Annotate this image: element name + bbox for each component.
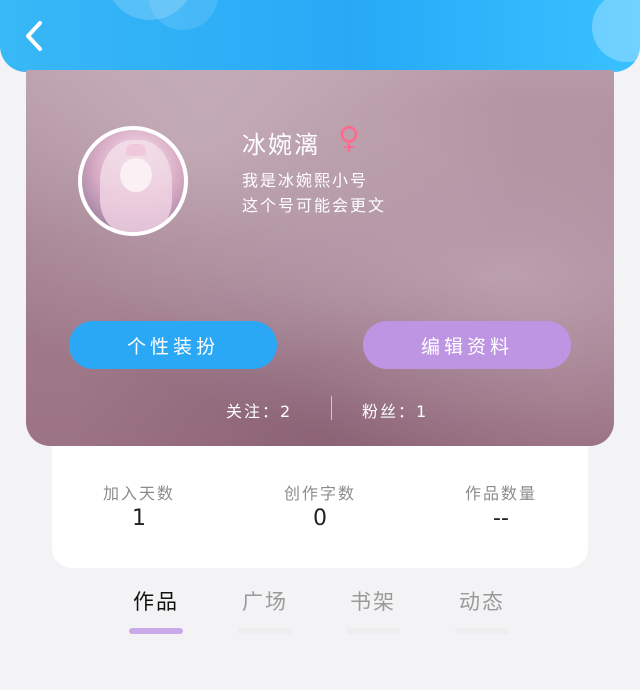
follow-divider [331, 396, 332, 420]
edit-profile-button[interactable]: 编辑资料 [363, 321, 571, 369]
tab-label: 作品 [133, 590, 179, 614]
stat-label: 作品数量 [464, 484, 537, 503]
tab-dynamics[interactable]: 动态 [447, 586, 517, 634]
stat-label: 创作字数 [283, 484, 356, 503]
decorative-bubble [148, 0, 218, 30]
stats-card: 加入天数 1 创作字数 0 作品数量 -- [52, 446, 588, 568]
bio-line-1: 我是冰婉熙小号 [242, 171, 369, 190]
stat-works-count: 作品数量 -- [426, 480, 576, 531]
stat-word-count: 创作字数 0 [245, 480, 395, 531]
avatar-face [120, 158, 152, 192]
follow-stats-row: 关注：2 粉丝：1 [26, 388, 614, 428]
tab-underline [129, 628, 183, 634]
content-tabs: 作品 广场 书架 动态 [0, 582, 640, 642]
tab-underline [238, 628, 292, 634]
stat-value: 1 [132, 506, 146, 531]
stat-label: 加入天数 [102, 484, 175, 503]
profile-card: 冰婉漓 ♀ 我是冰婉熙小号 这个号可能会更文 个性装扮 编辑资料 关注：2 粉丝… [26, 70, 614, 446]
tab-label: 动态 [459, 590, 505, 614]
stat-join-days: 加入天数 1 [64, 480, 214, 531]
tab-bookshelf[interactable]: 书架 [338, 586, 408, 634]
stat-value: 0 [313, 506, 327, 531]
tab-label: 书架 [350, 590, 396, 614]
avatar[interactable] [78, 126, 188, 236]
avatar-crown [126, 144, 146, 156]
chevron-left-icon [26, 21, 42, 51]
tab-label: 广场 [242, 590, 288, 614]
back-button[interactable] [18, 18, 54, 54]
decorative-bubble [592, 0, 640, 62]
user-bio: 我是冰婉熙小号 这个号可能会更文 [242, 168, 386, 218]
tab-square[interactable]: 广场 [230, 586, 300, 634]
tab-works[interactable]: 作品 [121, 586, 191, 634]
following-count[interactable]: 关注：2 [226, 398, 292, 422]
user-name: 冰婉漓 [242, 131, 320, 159]
bio-line-2: 这个号可能会更文 [242, 196, 387, 215]
tab-underline [346, 628, 400, 634]
top-header [0, 0, 640, 72]
stat-value: -- [493, 506, 509, 531]
tab-underline [455, 628, 509, 634]
fans-count[interactable]: 粉丝：1 [362, 398, 428, 422]
dress-up-button[interactable]: 个性装扮 [69, 321, 277, 369]
female-icon: ♀ [338, 121, 360, 156]
